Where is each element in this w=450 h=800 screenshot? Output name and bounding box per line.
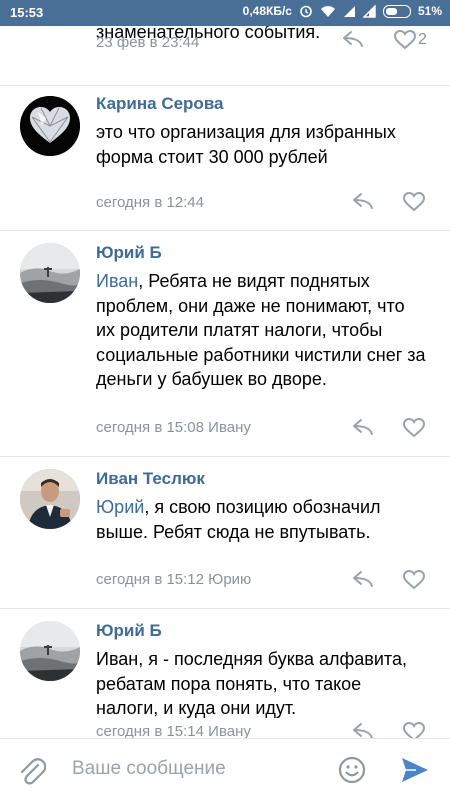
reply-icon[interactable]	[342, 30, 364, 53]
reply-icon[interactable]	[352, 722, 374, 738]
network-speed: 0,48КБ/с	[242, 4, 292, 18]
comments-feed[interactable]: знаменательного события. 23 фев в 23:44 …	[0, 26, 450, 738]
comment-date: сегодня в 12:44	[96, 194, 204, 211]
comment-date: сегодня в 15:14 Ивану	[96, 723, 251, 738]
comment-author[interactable]: Иван Теслюк	[96, 469, 205, 489]
comment-text: Иван, я - последняя буква алфавита, реба…	[96, 649, 407, 718]
mention-link[interactable]: Юрий	[96, 497, 144, 517]
battery-percent: 51%	[417, 4, 442, 18]
like-icon[interactable]	[402, 569, 426, 595]
like-icon[interactable]	[402, 191, 426, 217]
like-icon[interactable]	[393, 29, 417, 55]
avatar[interactable]	[20, 621, 80, 681]
signal-icon	[343, 5, 356, 18]
comment-author[interactable]: Юрий Б	[96, 243, 162, 263]
comment-item: Юрий Б Иван, Ребята не видят поднятых пр…	[0, 231, 450, 457]
reply-icon[interactable]	[352, 570, 374, 593]
paperclip-icon[interactable]	[18, 756, 47, 791]
comment-author[interactable]: Карина Серова	[96, 94, 224, 114]
comment-item: Иван Теслюк Юрий, я свою позицию обознач…	[0, 457, 450, 609]
comment-item: Карина Серова это что организация для из…	[0, 86, 450, 231]
status-time: 15:53	[10, 5, 44, 20]
comment-author[interactable]: Юрий Б	[96, 621, 162, 641]
reply-icon[interactable]	[352, 192, 374, 215]
send-icon[interactable]	[400, 756, 430, 789]
like-count: 2	[418, 31, 427, 48]
message-composer: Ваше сообщение	[0, 738, 450, 800]
emoji-icon[interactable]	[338, 756, 366, 789]
alarm-icon	[299, 4, 313, 18]
comment-date: сегодня в 15:12 Юрию	[96, 571, 252, 588]
comment-text: Иван, Ребята не видят поднятых проблем, …	[96, 271, 426, 389]
signal-icon-2	[362, 4, 376, 18]
like-icon[interactable]	[402, 721, 426, 738]
comment-date: сегодня в 15:08 Ивану	[96, 419, 251, 436]
like-icon[interactable]	[402, 417, 426, 443]
comment-text: Юрий, я свою позицию обозначил выше. Реб…	[96, 497, 381, 542]
comment-text: это что организация для избранных форма …	[96, 122, 396, 167]
wifi-icon	[320, 5, 336, 18]
avatar[interactable]	[20, 96, 80, 156]
comment-item: знаменательного события. 23 фев в 23:44 …	[0, 26, 450, 86]
comment-date: 23 фев в 23:44	[96, 34, 200, 51]
battery-icon	[382, 4, 411, 18]
message-input[interactable]: Ваше сообщение	[72, 758, 226, 780]
status-icons: 0,48КБ/с 51%	[243, 4, 442, 18]
avatar[interactable]	[20, 243, 80, 303]
mention-link[interactable]: Иван	[96, 271, 138, 291]
reply-icon[interactable]	[352, 418, 374, 441]
status-bar: 15:53 0,48КБ/с 51%	[0, 0, 450, 26]
avatar[interactable]	[20, 469, 80, 529]
comment-item: Юрий Б Иван, я - последняя буква алфавит…	[0, 609, 450, 738]
